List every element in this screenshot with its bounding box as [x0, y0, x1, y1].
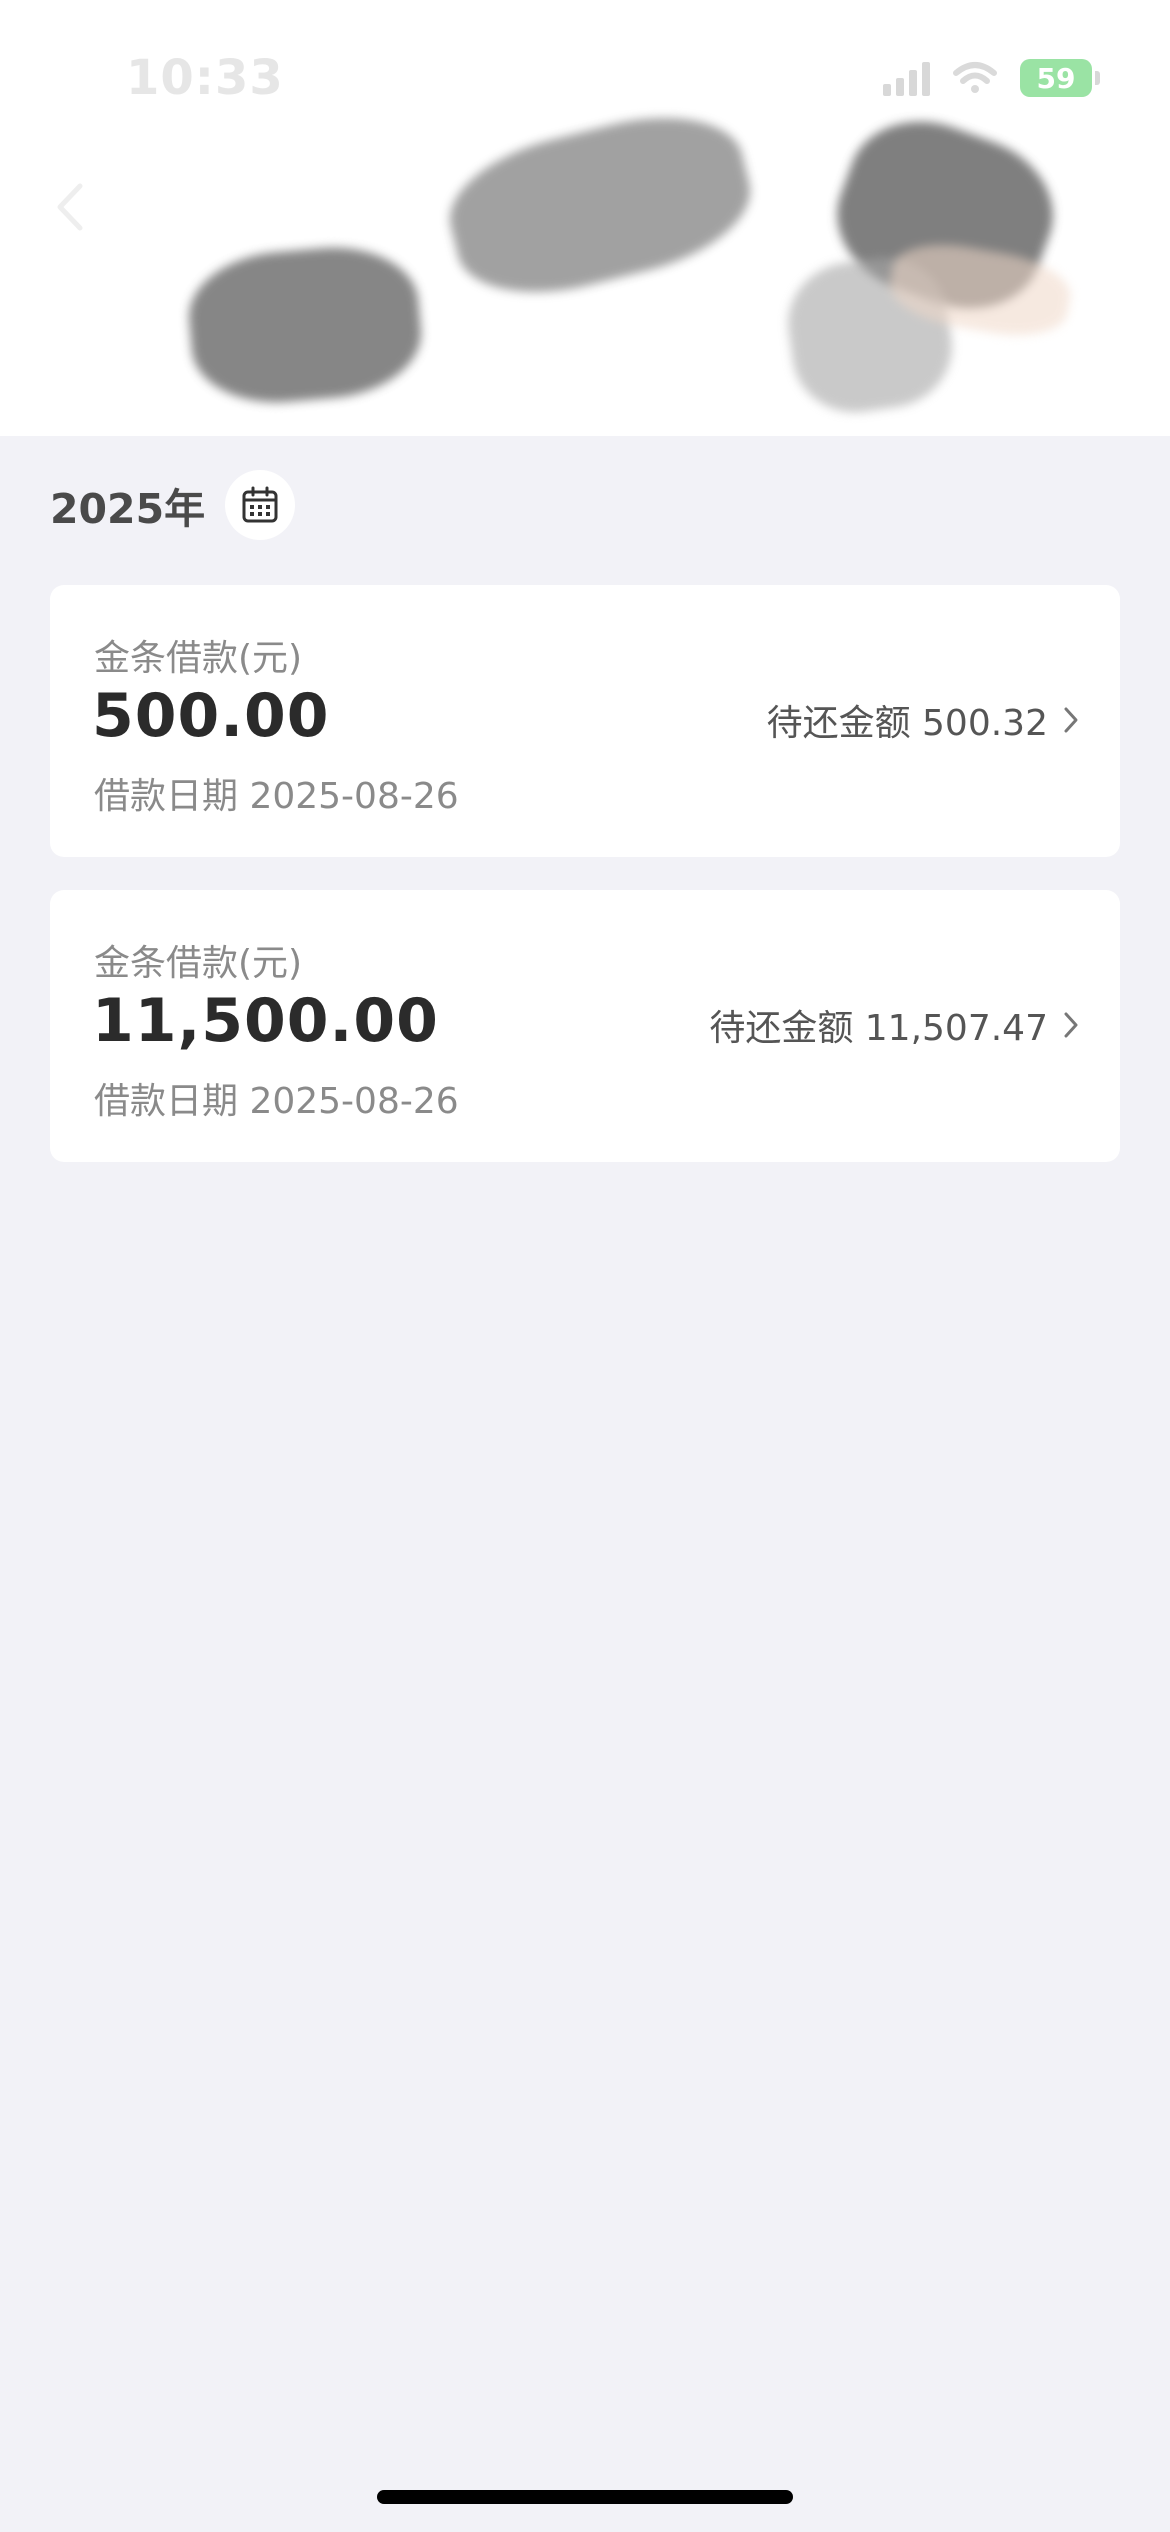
outstanding-amount: 待还金额 500.32 [766, 703, 1048, 744]
home-indicator[interactable] [377, 2490, 793, 2504]
year-filter[interactable]: 2025年 [50, 470, 296, 540]
header: 10:33 59 [0, 0, 1170, 436]
chevron-right-icon [1064, 707, 1078, 733]
cellular-signal-icon [883, 60, 930, 96]
year-label: 2025年 [50, 485, 206, 533]
redaction-scribble [436, 95, 764, 315]
outstanding-amount: 待还金额 11,507.47 [709, 1008, 1048, 1049]
status-time: 10:33 [126, 50, 284, 106]
battery-icon: 59 [1020, 59, 1100, 97]
status-icons: 59 [883, 56, 1100, 100]
redaction-scribble [183, 240, 427, 410]
calendar-button[interactable] [225, 470, 296, 540]
loan-title: 金条借款(元) [94, 943, 303, 984]
loan-title: 金条借款(元) [94, 638, 303, 679]
wifi-icon [953, 62, 997, 93]
outstanding-amount-link[interactable]: 待还金额 11,507.47 [709, 1000, 1080, 1050]
loan-amount: 500.00 [92, 681, 330, 751]
calendar-icon [242, 486, 278, 523]
loan-date: 借款日期 2025-08-26 [94, 1081, 459, 1122]
battery-level: 59 [1036, 61, 1076, 95]
battery-cap [1095, 71, 1100, 85]
loan-card[interactable]: 金条借款(元) 11,500.00 借款日期 2025-08-26 待还金额 1… [50, 890, 1120, 1162]
chevron-right-icon [1064, 1012, 1078, 1038]
loan-date: 借款日期 2025-08-26 [94, 776, 459, 817]
loan-amount: 11,500.00 [92, 986, 439, 1056]
loan-card[interactable]: 金条借款(元) 500.00 借款日期 2025-08-26 待还金额 500.… [50, 585, 1120, 857]
chevron-left-icon[interactable] [52, 182, 86, 232]
outstanding-amount-link[interactable]: 待还金额 500.32 [767, 695, 1080, 745]
